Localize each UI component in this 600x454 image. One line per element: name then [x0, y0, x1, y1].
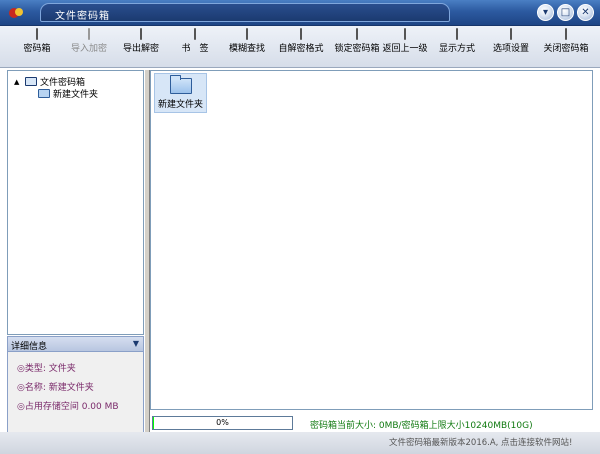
tree-child-item[interactable]: 新建文件夹	[38, 87, 98, 100]
toolbar-button-bookmark[interactable]: 书 签	[172, 28, 218, 67]
file-list-area[interactable]: 新建文件夹	[150, 70, 593, 410]
tree-child-label: 新建文件夹	[53, 90, 99, 100]
folder-icon	[38, 89, 50, 98]
toolbar-button-view-mode[interactable]: 显示方式	[434, 28, 480, 67]
detail-storage: ◎占用存储空间 0.00 MB	[17, 402, 119, 412]
up-arrow-icon	[404, 28, 406, 40]
key-icon	[356, 28, 358, 40]
toolbar-label: 自解密格式	[278, 44, 324, 54]
file-item-label: 新建文件夹	[157, 100, 203, 110]
collapse-arrow-icon[interactable]: ▼	[133, 339, 139, 348]
view-mode-icon	[456, 28, 458, 40]
window-title-tab: 文件密码箱	[40, 3, 450, 22]
toolbar-label: 锁定密码箱	[334, 44, 380, 54]
minimize-button[interactable]: ▾	[537, 4, 554, 21]
safe-icon	[36, 28, 38, 40]
details-panel: ◎类型: 文件夹 ◎名称: 新建文件夹 ◎占用存储空间 0.00 MB	[7, 352, 144, 435]
app-icon	[9, 8, 23, 18]
self-decrypt-icon	[300, 28, 302, 40]
tree-expander-icon[interactable]: ▲	[14, 78, 22, 86]
details-title: 详细信息	[11, 342, 48, 352]
title-bar: 文件密码箱 ▾ □ ✕	[0, 0, 600, 26]
toolbar-button-import-encrypt[interactable]: 导入加密	[66, 28, 112, 67]
toolbar-button-self-decrypt[interactable]: 自解密格式	[274, 28, 328, 67]
safe-icon	[25, 77, 37, 86]
toolbar-button-safe[interactable]: 密码箱	[14, 28, 60, 67]
close-button[interactable]: ✕	[577, 4, 594, 21]
close-safe-icon	[565, 28, 567, 40]
progress-text: 0%	[216, 418, 229, 427]
window-controls: ▾ □ ✕	[537, 4, 594, 21]
toolbar-button-export-decrypt[interactable]: 导出解密	[118, 28, 164, 67]
settings-icon	[510, 28, 512, 40]
storage-size-text: 密码箱当前大小: 0MB/密码箱上限大小10240MB(10G)	[310, 421, 533, 431]
toolbar-label: 返回上一级	[382, 44, 428, 54]
maximize-button[interactable]: □	[557, 4, 574, 21]
details-header[interactable]: 详细信息 ▼	[7, 336, 144, 352]
file-item-folder[interactable]: 新建文件夹	[154, 73, 207, 113]
folder-tree-panel: ▲ 文件密码箱 新建文件夹	[7, 70, 144, 335]
toolbar-button-fuzzy-search[interactable]: 模糊查找	[224, 28, 270, 67]
toolbar-label: 模糊查找	[228, 44, 265, 54]
toolbar-button-options[interactable]: 选项设置	[488, 28, 534, 67]
toolbar-label: 密码箱	[23, 44, 51, 54]
detail-name: ◎名称: 新建文件夹	[17, 383, 94, 393]
toolbar-label: 选项设置	[492, 44, 529, 54]
bookmark-icon	[194, 28, 196, 40]
export-decrypt-icon	[140, 28, 142, 40]
toolbar-button-go-up[interactable]: 返回上一级	[382, 28, 428, 67]
window-title: 文件密码箱	[55, 11, 110, 22]
toolbar: 密码箱 导入加密 导出解密 书 签 模糊查找 自解密格式 锁定密码箱 返回上一级…	[0, 26, 600, 68]
folder-icon	[169, 75, 192, 94]
version-link[interactable]: 文件密码箱最新版本2016.A, 点击连接软件网站!	[389, 436, 572, 448]
toolbar-label: 显示方式	[438, 44, 475, 54]
detail-type: ◎类型: 文件夹	[17, 364, 76, 374]
toolbar-label: 导入加密	[70, 44, 107, 54]
toolbar-label: 导出解密	[122, 44, 159, 54]
toolbar-label: 关闭密码箱	[543, 44, 589, 54]
storage-progress-bar: 0%	[152, 416, 293, 430]
search-icon	[246, 28, 248, 40]
toolbar-button-lock-safe[interactable]: 锁定密码箱	[329, 28, 385, 67]
toolbar-button-close-safe[interactable]: 关闭密码箱	[538, 28, 594, 67]
toolbar-label: 书 签	[181, 44, 209, 54]
import-encrypt-icon	[88, 28, 90, 40]
